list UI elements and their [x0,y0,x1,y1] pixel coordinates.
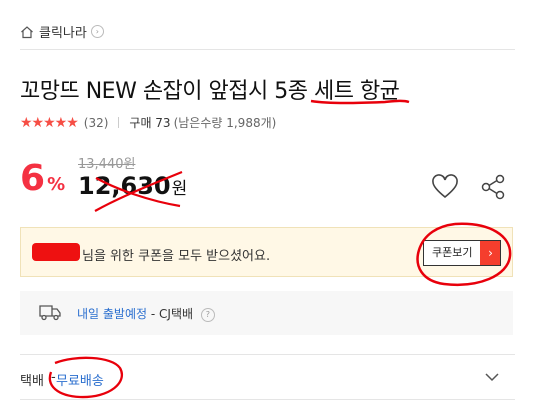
delivery-text: 내일 출발예정 - CJ택배 ? [77,305,215,322]
sale-price-value: 12,630 [78,172,171,200]
discount-rate: 6% [20,158,65,199]
original-price: 13,440원 [78,157,136,172]
share-icon[interactable] [481,174,505,200]
view-coupon-button[interactable]: 쿠폰보기 › [423,240,502,266]
divider [20,354,515,355]
discount-value: 6 [20,158,46,199]
coupon-message: 님을 위한 쿠폰을 모두 받으셨어요. [82,249,271,264]
divider [20,49,515,50]
product-title: 꼬망뜨 NEW 손잡이 앞접시 5종 세트 항균 [20,79,400,104]
chevron-right-icon: › [480,241,501,265]
chevron-down-icon[interactable] [484,370,500,384]
divider [20,399,515,400]
review-count[interactable]: (32) [84,116,109,130]
shipping-label: 택배 [20,374,44,389]
discount-unit: % [47,174,66,195]
purchase-count: 구매 73 [129,116,171,130]
home-icon [21,25,33,38]
store-name: 클릭나라 [39,26,87,41]
view-coupon-label: 쿠폰보기 [432,246,473,259]
delivery-schedule: 내일 출발예정 [77,307,148,321]
heart-icon[interactable] [431,174,459,200]
truck-icon [39,305,61,321]
delivery-carrier: - CJ택배 [150,307,194,321]
shipping-value: 무료배송 [56,374,104,389]
annotation-overlay [48,99,512,399]
redacted-username [32,243,80,261]
currency: 원 [171,179,188,199]
rating-stars: ★★★★★ [20,114,79,131]
separator [118,117,120,128]
chevron-right-icon: › [90,25,104,38]
help-icon[interactable]: ? [200,307,215,322]
shipping-dash: - [51,370,56,385]
rating-row: ★★★★★ (32) 구매 73 (남은수량 1,988개) [20,114,276,131]
store-link[interactable]: 클릭나라 › [20,22,104,41]
remaining-stock: (남은수량 1,988개) [173,116,277,130]
sale-price: 12,630원 [78,172,187,200]
